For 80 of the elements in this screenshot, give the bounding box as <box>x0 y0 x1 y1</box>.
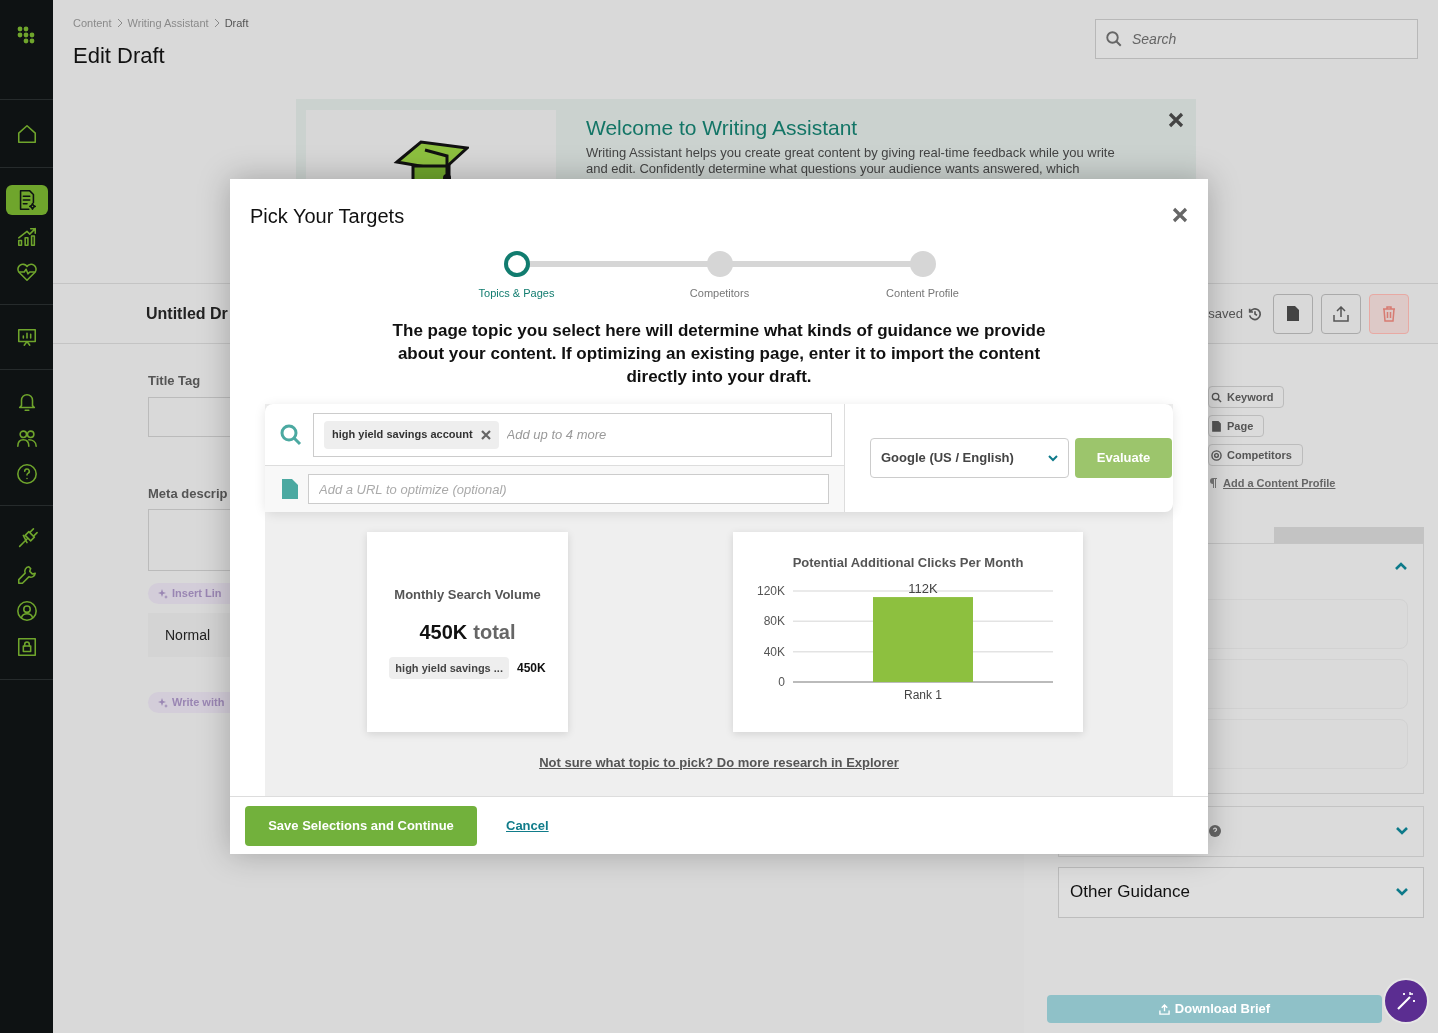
banner-title: Welcome to Writing Assistant <box>586 115 859 141</box>
step-label: Competitors <box>689 286 750 301</box>
chevron-icon <box>115 18 124 29</box>
keyword-field[interactable]: high yield savings account Add up to 4 more <box>313 412 832 457</box>
volume-value: 450K <box>516 659 546 677</box>
engine-select[interactable]: Google (US / English) <box>870 438 1069 478</box>
save-continue-button[interactable]: Save Selections and Continue <box>245 805 477 846</box>
logo-icon[interactable] <box>16 26 37 46</box>
section-title: Other Guidance <box>1070 881 1190 904</box>
user-icon <box>15 599 38 622</box>
target-tag[interactable]: Page <box>1208 415 1265 437</box>
banner-text: and edit. Confidently determine what questions your audience wants answered, which <box>586 161 1081 177</box>
save-status: saved <box>1208 304 1243 323</box>
document-icon <box>1287 306 1299 321</box>
growth-icon <box>15 225 38 247</box>
magic-wand-icon <box>1395 990 1417 1012</box>
paragraph-icon <box>1210 478 1217 489</box>
intro-text: The page topic you select here will determine what kinds of guidance we provide about your content. If optimizing an existing page, enter it to import the content directly into your draft. <box>391 320 1047 388</box>
url-field[interactable]: Add a URL to optimize (optional) <box>308 474 829 504</box>
step-marker[interactable] <box>503 251 530 277</box>
axis-label: 80K <box>763 613 785 628</box>
axis-label: 40K <box>763 644 785 659</box>
field-label: Meta descrip <box>148 484 229 503</box>
upload-icon <box>1333 305 1349 322</box>
draft-title: Untitled Dr <box>146 303 228 324</box>
chevron-icon[interactable] <box>1395 887 1409 897</box>
chevron-icon[interactable] <box>1395 826 1409 836</box>
wrench-icon <box>15 563 38 586</box>
step-marker[interactable] <box>909 251 936 277</box>
sidebar-item[interactable] <box>5 185 48 215</box>
document-icon <box>282 479 298 499</box>
page-icon <box>1211 420 1222 432</box>
cancel-link[interactable]: Cancel <box>506 815 549 836</box>
banner-text: Writing Assistant helps you create great content by giving real-time feedback while you write <box>586 145 1115 161</box>
step-label: Content Profile <box>886 286 959 301</box>
keyword-input[interactable]: Add up to 4 more <box>506 424 707 445</box>
chevron-icon <box>1048 454 1058 462</box>
close-icon[interactable] <box>1168 112 1184 128</box>
sparkle-icon <box>158 697 168 708</box>
chevron-icon[interactable] <box>1394 561 1408 571</box>
document-button[interactable] <box>1273 293 1313 334</box>
axis-label: 120K <box>756 583 785 598</box>
keyword-text: high yield savings account <box>332 427 473 443</box>
guidance-section[interactable]: Other Guidance <box>1058 866 1424 918</box>
breadcrumb-link[interactable]: Content <box>73 15 112 32</box>
keyword-tag: high yield savings ... <box>389 656 509 679</box>
category-label: Rank 1 <box>904 687 942 702</box>
page-title: Edit Draft <box>73 41 166 70</box>
search-icon <box>1211 391 1222 403</box>
sparkle-icon <box>158 588 168 599</box>
total-value: 450K <box>419 619 468 645</box>
health-icon <box>15 261 38 283</box>
target-tag[interactable]: Competitors <box>1208 444 1303 466</box>
home-icon <box>15 122 38 145</box>
modal-title: Pick Your Targets <box>250 204 405 229</box>
chevron-icon <box>212 18 221 29</box>
breadcrumb-link[interactable]: Writing Assistant <box>127 15 209 32</box>
close-icon[interactable] <box>1172 207 1188 223</box>
data-label: 112K <box>908 580 938 596</box>
trash-icon <box>1382 305 1396 322</box>
upload-icon <box>1158 1003 1170 1015</box>
help-icon[interactable] <box>1209 825 1221 837</box>
card-title: Monthly Search Volume <box>394 586 541 604</box>
lock-icon <box>15 635 38 658</box>
search-field[interactable]: Search <box>1095 19 1418 59</box>
presentation-icon <box>15 326 38 348</box>
history-icon[interactable] <box>1247 305 1263 322</box>
remove-icon[interactable] <box>480 429 491 440</box>
total-label: total <box>473 619 516 645</box>
search-icon <box>1105 30 1123 48</box>
field-label: Title Tag <box>148 372 202 390</box>
step-label: Topics & Pages <box>478 286 555 301</box>
axis-label: 0 <box>778 674 785 689</box>
content-profile-link[interactable]: Add a Content Profile <box>1223 475 1336 492</box>
explorer-link[interactable]: Not sure what topic to pick? Do more research in Explorer <box>539 753 899 773</box>
search-icon <box>279 422 303 447</box>
target-icon <box>1211 449 1222 461</box>
chart-title: Potential Additional Clicks Per Month <box>792 554 1024 572</box>
export-button[interactable] <box>1321 293 1361 334</box>
help-icon <box>15 462 38 485</box>
